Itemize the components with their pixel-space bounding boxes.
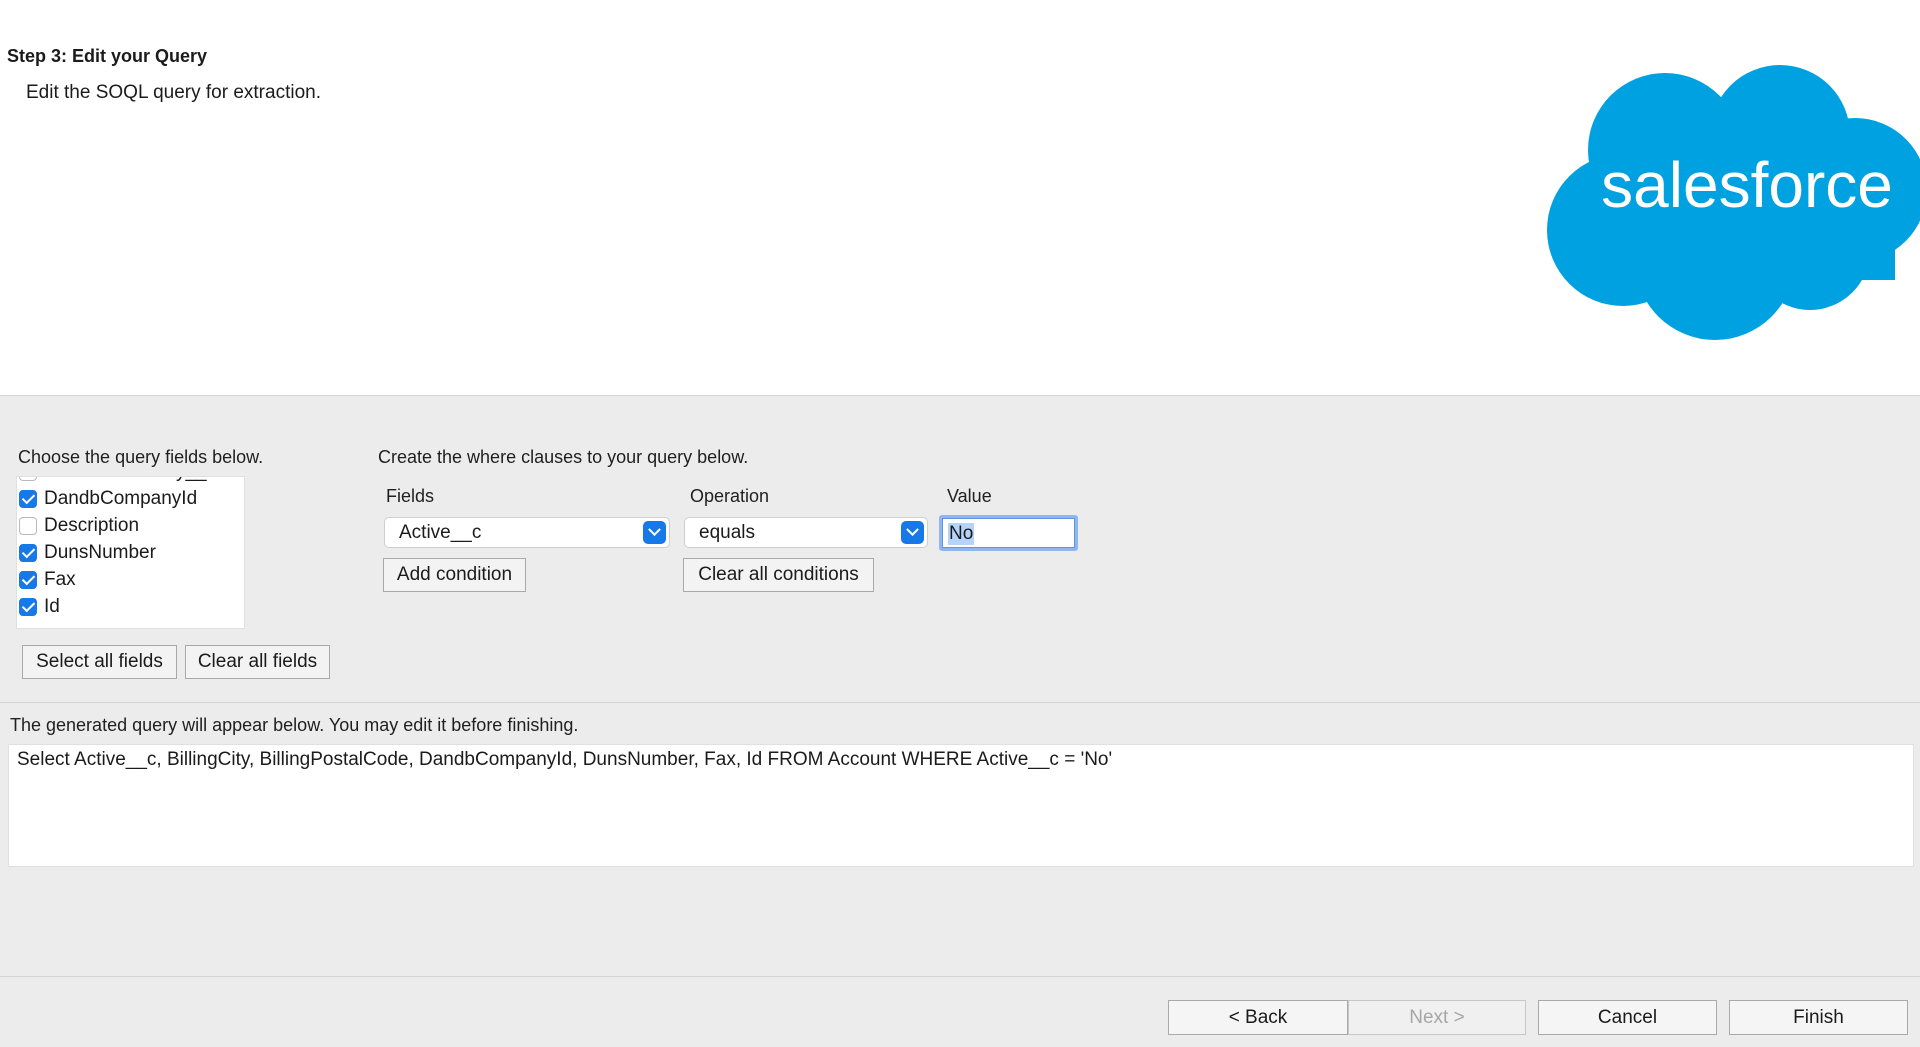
fields-label: Choose the query fields below.	[18, 447, 264, 467]
field-select-value: Active__c	[399, 522, 482, 543]
value-input[interactable]: No	[939, 515, 1078, 551]
salesforce-logo: salesforce	[1547, 65, 1920, 340]
divider	[0, 702, 1920, 703]
field-checkbox[interactable]	[19, 489, 37, 508]
footer-divider	[0, 976, 1920, 977]
cancel-button[interactable]: Cancel	[1538, 1000, 1717, 1035]
field-row[interactable]: Description	[17, 512, 139, 539]
query-textarea[interactable]: Select Active__c, BillingCity, BillingPo…	[8, 744, 1914, 867]
field-label: CustomerPriority__c	[44, 477, 216, 483]
query-fields-list[interactable]: CustomerPriority__c DandbCompanyId Descrip…	[16, 476, 245, 629]
fields-header: Fields	[386, 486, 435, 506]
value-header: Value	[947, 486, 992, 506]
query-text: Select Active__c, BillingCity, BillingPo…	[17, 749, 1113, 770]
finish-button[interactable]: Finish	[1729, 1000, 1908, 1035]
field-label: DandbCompanyId	[44, 487, 198, 509]
chevron-down-icon	[643, 521, 666, 544]
field-checkbox[interactable]	[19, 516, 37, 535]
field-row[interactable]: DandbCompanyId	[17, 485, 197, 512]
field-checkbox[interactable]	[19, 477, 37, 481]
step-title: Step 3: Edit your Query	[7, 46, 208, 66]
add-condition-button[interactable]: Add condition	[383, 558, 526, 592]
field-row[interactable]: Id	[17, 593, 60, 620]
field-label: Fax	[44, 568, 76, 590]
next-button[interactable]: Next >	[1348, 1000, 1526, 1035]
field-checkbox[interactable]	[19, 570, 37, 589]
back-button[interactable]: < Back	[1168, 1000, 1348, 1035]
operation-select-value: equals	[699, 522, 755, 543]
value-input-text: No	[948, 523, 975, 545]
operation-select[interactable]: equals	[684, 517, 928, 548]
clear-all-fields-button[interactable]: Clear all fields	[185, 645, 330, 679]
generated-query-label: The generated query will appear below. Y…	[10, 715, 579, 735]
field-checkbox[interactable]	[19, 543, 37, 562]
wizard-header: Step 3: Edit your Query Edit the SOQL qu…	[0, 0, 1920, 396]
select-all-fields-button[interactable]: Select all fields	[22, 645, 177, 679]
where-clauses-label: Create the where clauses to your query b…	[378, 447, 749, 467]
field-label: Description	[44, 514, 140, 536]
chevron-down-icon	[901, 521, 924, 544]
field-label: Id	[44, 595, 60, 617]
step-subtitle: Edit the SOQL query for extraction.	[26, 82, 321, 103]
logo-text: salesforce	[1601, 149, 1893, 221]
clear-all-conditions-button[interactable]: Clear all conditions	[683, 558, 874, 592]
field-row[interactable]: Fax	[17, 566, 76, 593]
field-row[interactable]: CustomerPriority__c	[17, 477, 216, 485]
operation-header: Operation	[690, 486, 770, 506]
field-row[interactable]: DunsNumber	[17, 539, 156, 566]
field-label: DunsNumber	[44, 541, 156, 563]
field-checkbox[interactable]	[19, 597, 37, 616]
field-select[interactable]: Active__c	[384, 517, 670, 548]
